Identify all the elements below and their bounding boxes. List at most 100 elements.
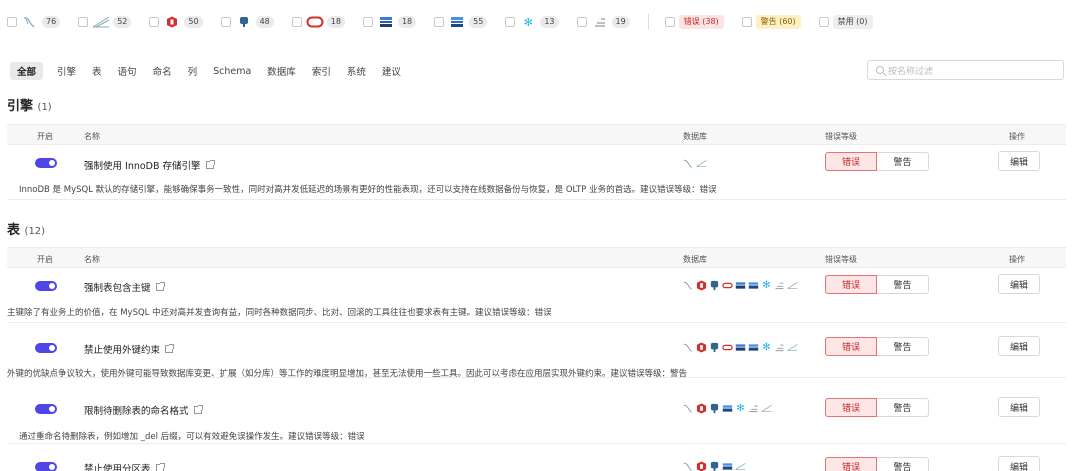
mysql-icon [683,158,694,169]
filter-level-warning[interactable]: 警告 (60) [741,15,801,29]
edit-button[interactable]: 编辑 [998,274,1040,294]
category-tabs: 全部 引擎 表 语句 命名 列 Schema 数据库 索引 系统 建议 [10,62,417,80]
checkbox[interactable] [291,17,302,27]
level-toggle: 错误 警告 [825,152,929,171]
edit-button[interactable]: 编辑 [998,151,1040,171]
enable-toggle[interactable] [35,462,57,471]
checkbox[interactable] [362,17,373,27]
rule-name[interactable]: 限制待删除表的命名格式 [84,403,203,417]
edit-button[interactable]: 编辑 [998,336,1040,356]
level-warning-button[interactable]: 警告 [877,152,929,171]
rule-name[interactable]: 禁止使用分区表 [84,461,165,471]
rule-name[interactable]: 强制表包含主键 [84,280,165,294]
search-icon [876,66,884,74]
level-warning-button[interactable]: 警告 [877,398,929,417]
external-link-icon[interactable] [165,344,175,353]
checkbox[interactable] [434,17,445,27]
oracle-icon [722,342,733,353]
db-icons [683,158,709,169]
tab-naming[interactable]: 命名 [153,62,172,80]
table-header: 开启 名称 数据库 错误等级 操作 [7,124,1066,145]
snowflake-icon: ✻ [523,15,533,29]
level-warning-button[interactable]: 警告 [877,457,929,471]
divider [647,14,649,30]
tab-all[interactable]: 全部 [10,62,44,80]
checkbox[interactable] [576,17,587,27]
checkbox[interactable] [7,17,17,27]
checkbox[interactable] [505,17,516,27]
external-link-icon[interactable] [155,282,165,291]
oracle-icon [306,16,324,28]
filter-db-mssql[interactable]: 55 [434,16,488,28]
filter-db-sqlserver[interactable]: 18 [362,16,417,28]
tab-statement[interactable]: 语句 [118,62,137,80]
count-badge: 55 [469,16,488,28]
level-toggle: 错误 警告 [825,337,929,356]
tab-table[interactable]: 表 [92,62,102,80]
redis-icon [163,16,181,28]
sqlserver-icon [377,16,395,28]
tab-column[interactable]: 列 [188,62,198,80]
level-error-button[interactable]: 错误 [825,275,877,294]
edit-button[interactable]: 编辑 [998,456,1040,471]
filter-db-snowflake[interactable]: ✻ 13 [505,15,559,29]
search-input[interactable]: 按名称过滤 [867,60,1064,80]
count-badge: 76 [42,16,61,28]
snowflake-icon: ✻ [762,342,771,353]
header-level: 错误等级 [825,255,857,264]
mysql-icon [683,403,694,414]
level-error-button[interactable]: 错误 [825,398,877,417]
header-enable: 开启 [37,132,53,141]
header-enable: 开启 [37,255,53,264]
rule-name[interactable]: 强制使用 InnoDB 存储引擎 [84,158,215,172]
filter-level-error[interactable]: 错误 (38) [664,15,724,29]
db-icons: ✻ [683,342,800,353]
header-action: 操作 [1009,132,1025,141]
filter-db-oracle[interactable]: 18 [291,16,345,28]
section-title-engine: 引擎 (1) [7,99,52,114]
tab-engine[interactable]: 引擎 [57,62,76,80]
level-warning-button[interactable]: 警告 [877,275,929,294]
tab-advice[interactable]: 建议 [382,62,401,80]
level-error-button[interactable]: 错误 [825,457,877,471]
section-count: (1) [37,102,52,113]
checkbox[interactable] [220,17,231,27]
enable-toggle[interactable] [35,158,57,168]
checkbox[interactable] [818,17,829,27]
count-badge: 18 [326,16,345,28]
filter-db-clickhouse[interactable]: 19 [576,16,630,28]
edit-button[interactable]: 编辑 [998,397,1040,417]
external-link-icon[interactable] [193,405,203,414]
table-header: 开启 名称 数据库 错误等级 操作 [7,247,1066,268]
filter-db-tidb[interactable]: 52 [78,16,132,28]
enable-toggle[interactable] [35,404,57,414]
external-link-icon[interactable] [155,463,165,471]
tab-system[interactable]: 系统 [347,62,366,80]
checkbox[interactable] [664,17,675,27]
level-warning-button[interactable]: 警告 [877,337,929,356]
filter-db-redis[interactable]: 50 [149,16,203,28]
count-badge: 19 [611,16,630,28]
level-error-button[interactable]: 错误 [825,337,877,356]
filter-db-postgresql[interactable]: 48 [220,16,274,28]
tab-schema[interactable]: Schema [213,64,251,79]
tab-index[interactable]: 索引 [312,62,331,80]
mysql-icon [683,342,694,353]
mssql-icon [748,342,759,353]
checkbox[interactable] [78,17,89,27]
filter-db-mysql[interactable]: 76 [7,16,61,28]
section-title-table: 表 (12) [7,223,46,238]
tab-database[interactable]: 数据库 [267,62,296,80]
sqlserver-icon [735,280,746,291]
redis-icon [696,461,707,471]
checkbox[interactable] [149,17,160,27]
checkbox[interactable] [741,17,752,27]
tidb-icon [761,403,772,414]
enable-toggle[interactable] [35,343,57,353]
rule-name[interactable]: 禁止使用外键约束 [84,342,175,356]
external-link-icon[interactable] [205,160,215,169]
clickhouse-icon [774,280,785,291]
enable-toggle[interactable] [35,281,57,291]
filter-level-disabled[interactable]: 禁用 (0) [818,15,873,29]
level-error-button[interactable]: 错误 [825,152,877,171]
